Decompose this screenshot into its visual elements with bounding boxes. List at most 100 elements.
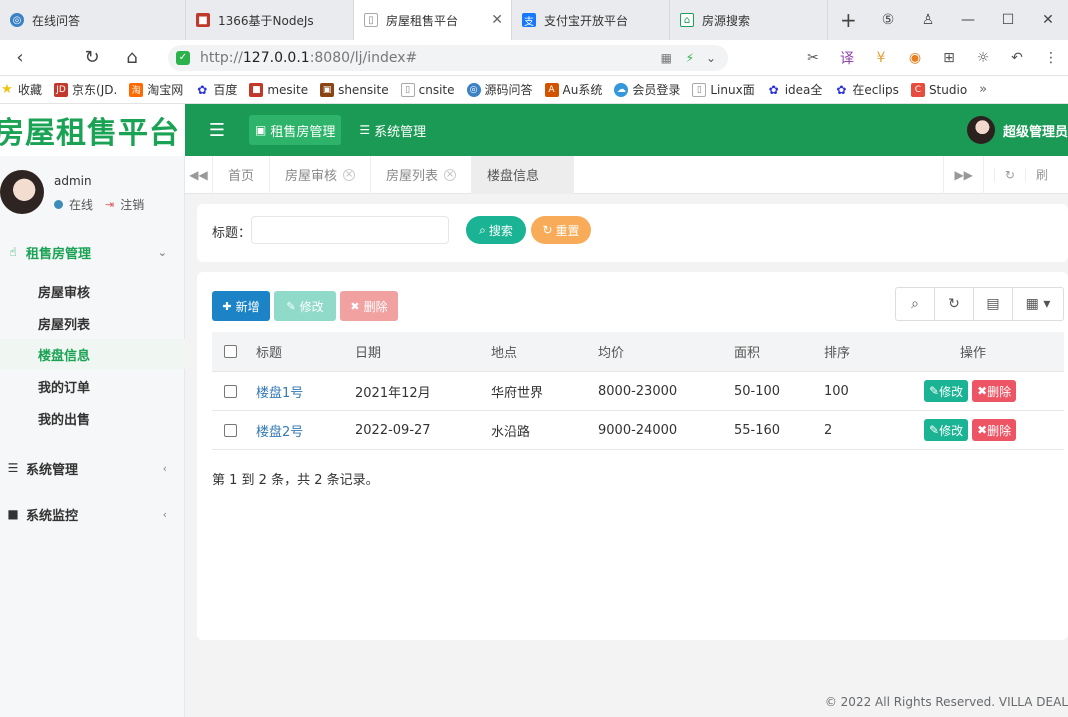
search-icon[interactable]: ⌕ [896,288,935,320]
refresh-tab-button[interactable]: ↻ 刷 [982,156,1068,194]
row-area: 55-160 [734,422,781,438]
reset-button[interactable]: ↻ 重置 [531,216,591,244]
sidebar-group-monitor[interactable]: ■ 系统监控 ‹ [0,498,185,530]
row-title-link[interactable]: 楼盘2号 [256,411,303,449]
nav-system-management[interactable]: ☰ 系统管理 [353,115,432,145]
add-button[interactable]: ✚ 新增 [212,291,270,321]
new-tab-icon[interactable]: + [840,8,857,32]
column-header[interactable]: 均价 [598,332,624,371]
tab-house-list[interactable]: 房屋列表 × [371,155,473,194]
column-header[interactable]: 排序 [824,332,850,371]
bookmark-item[interactable]: ☁ 会员登录 [614,81,680,98]
search-button[interactable]: ⌕ 搜索 [466,216,526,244]
row-edit-button[interactable]: ✎ 修改 [924,380,969,402]
tab-house-review[interactable]: 房屋审核 × [270,155,372,194]
bookmark-item[interactable]: ▣ shensite [320,82,389,97]
table-row[interactable]: 楼盘1号 2021年12月 华府世界 8000-23000 50-100 100… [212,372,1064,411]
close-icon[interactable]: × [343,168,356,181]
logout-link[interactable]: 注销 [120,196,144,213]
bookmark-item[interactable]: ★ 收藏 [0,81,42,98]
scroll-left-icon[interactable]: ◀◀ [185,155,213,194]
bookmark-item[interactable]: ▯ Linux面 [692,81,755,98]
sidebar-item-house-list[interactable]: 房屋列表 [0,308,185,338]
row-title-link[interactable]: 楼盘1号 [256,372,303,410]
plus-icon: ✚ [222,300,232,313]
minimize-icon[interactable]: — [948,12,988,28]
tab-count-icon[interactable]: ⑤ [868,12,908,28]
refresh-icon[interactable]: ↻ [935,288,974,320]
hamburger-menu-icon[interactable]: ☰ [185,120,249,141]
checkbox[interactable] [224,384,237,398]
reload-icon[interactable]: ↻ [72,47,112,68]
home-icon[interactable]: ⌂ [112,47,152,68]
bookmark-item[interactable]: ■ mesite [249,82,308,97]
chevron-down-icon[interactable]: ⌄ [706,51,716,65]
user-status: 在线 ⇥ 注销 [54,196,144,213]
close-icon[interactable]: ✕ [491,12,503,28]
bookmark-item[interactable]: 淘淘宝网 [129,81,183,98]
more-bookmarks-icon[interactable]: » [979,82,987,97]
apps-grid-icon[interactable]: ⊞ [932,50,966,66]
sidebar-item-my-orders[interactable]: 我的订单 [0,371,185,401]
row-checkbox[interactable] [224,411,237,449]
checkbox[interactable] [224,345,237,358]
bookmark-item[interactable]: ✿ idea全 [767,81,823,98]
game-icon[interactable]: ◉ [898,50,932,66]
bolt-icon[interactable]: ⚡ [686,51,694,65]
undo-icon[interactable]: ↶ [1000,50,1034,66]
column-header: 操作 [960,346,987,361]
edit-button[interactable]: ✎ 修改 [274,291,336,321]
bookmark-item[interactable]: ✿ 百度 [195,81,237,98]
site-favicon-icon: A [544,82,559,97]
tab-estate-info[interactable]: 楼盘信息 [472,155,575,194]
sidebar-item-my-sales[interactable]: 我的出售 [0,403,185,433]
tab-home[interactable]: 首页 [213,155,271,194]
browser-tab[interactable]: ◎ 在线问答 [0,0,186,40]
close-window-icon[interactable]: ✕ [1028,12,1068,28]
scroll-right-icon[interactable]: ▶▶ [943,156,982,194]
column-header[interactable]: 面积 [734,332,760,371]
sidebar-group-rent[interactable]: ☝ 租售房管理 ⌄ [0,236,185,268]
browser-tab[interactable]: 支 支付宝开放平台 [512,0,670,40]
column-header[interactable]: 地点 [491,332,517,371]
bookmark-item[interactable]: ✿ 在eclips [834,81,899,98]
browser-tab[interactable]: ⌂ 房源搜索 [670,0,828,40]
brightness-icon[interactable]: ☼ [966,50,1000,66]
search-title-input[interactable] [251,216,449,244]
row-edit-button[interactable]: ✎ 修改 [924,419,969,441]
select-all-checkbox[interactable] [224,332,237,371]
back-icon[interactable]: ‹ [0,47,40,68]
sidebar-item-estate-info[interactable]: 楼盘信息 [0,339,185,369]
column-header[interactable]: 标题 [256,332,282,371]
row-delete-button[interactable]: ✖ 删除 [972,419,1017,441]
shirt-icon[interactable]: ♙ [908,12,948,28]
bookmark-item[interactable]: JD 京东(JD. [54,81,117,98]
list-view-icon[interactable]: ▤ [974,288,1013,320]
row-checkbox[interactable] [224,372,237,410]
menu-icon[interactable]: ⋮ [1034,50,1068,66]
delete-button[interactable]: ✖ 删除 [340,291,398,321]
qr-icon[interactable]: ▦ [661,51,672,65]
table-row[interactable]: 楼盘2号 2022-09-27 水沿路 9000-24000 55-160 2 … [212,411,1064,450]
user-menu[interactable]: 超级管理员 [966,104,1068,156]
checkbox[interactable] [224,423,237,437]
row-date: 2021年12月 [355,385,431,401]
browser-tab-active[interactable]: ▯ 房屋租售平台 ✕ [354,0,512,40]
sidebar-group-system[interactable]: ☰ 系统管理 ‹ [0,452,185,484]
row-delete-button[interactable]: ✖ 删除 [972,380,1017,402]
browser-tab[interactable]: ■ 1366基于NodeJs [186,0,354,40]
scissors-icon[interactable]: ✂ [796,50,830,66]
column-header[interactable]: 日期 [355,332,381,371]
translate-icon[interactable]: 译 [830,48,864,68]
bookmark-item[interactable]: ▯ cnsite [400,82,455,97]
columns-icon[interactable]: ▦ ▾ [1013,288,1063,320]
coupon-icon[interactable]: ¥ [864,50,898,66]
nav-rent-management[interactable]: ▣ 租售房管理 [249,115,342,145]
bookmark-item[interactable]: A Au系统 [544,81,602,98]
url-field[interactable]: ✓ http://127.0.0.1:8080/lj/index# ▦ ⚡ ⌄ [168,45,728,71]
maximize-icon[interactable]: ☐ [988,12,1028,28]
bookmark-item[interactable]: C Studio [910,82,967,97]
sidebar-item-house-review[interactable]: 房屋审核 [0,276,185,306]
bookmark-item[interactable]: ◎ 源码问答 [466,81,533,98]
close-icon[interactable]: × [444,168,457,181]
